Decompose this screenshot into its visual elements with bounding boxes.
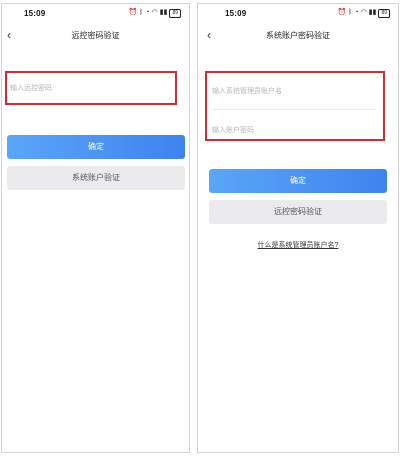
highlight-box (5, 71, 177, 105)
status-bar: 15:09 ⏰ ᛒ ◔ ◠ ▮▮ 89 (2, 4, 189, 24)
system-account-verify-button[interactable]: 系统账户验证 (7, 166, 185, 190)
battery-icon: 89 (169, 8, 181, 18)
page-title: 远控密码验证 (71, 31, 120, 40)
status-icons: ⏰ ᛒ ◔ ◠ ▮▮ 89 (128, 8, 181, 18)
alarm-icon: ⏰ (128, 9, 138, 16)
wifi-icon: ◠ (360, 9, 367, 16)
help-link[interactable]: 什么是系统管理员账户名? (198, 240, 398, 250)
confirm-button[interactable]: 确定 (209, 169, 387, 193)
confirm-button[interactable]: 确定 (7, 135, 185, 159)
status-icons: ⏰ ᛒ ◔ ◠ ▮▮ 89 (337, 8, 390, 18)
status-bar: 15:09 ⏰ ᛒ ◔ ◠ ▮▮ 89 (198, 4, 398, 24)
battery-icon: 89 (378, 8, 390, 18)
right-phone-screen: 15:09 ⏰ ᛒ ◔ ◠ ▮▮ 89 ‹ 系统账户密码验证 确定 远控密码验证… (197, 3, 399, 453)
left-phone-screen: 15:09 ⏰ ᛒ ◔ ◠ ▮▮ 89 ‹ 远控密码验证 确定 系统账户验证 (1, 3, 190, 453)
page-title: 系统账户密码验证 (266, 31, 330, 40)
signal-icon: ▮▮ (159, 9, 168, 16)
remote-password-verify-button[interactable]: 远控密码验证 (209, 200, 387, 224)
status-time: 15:09 (225, 9, 247, 18)
mute-icon: ◔ (145, 9, 150, 16)
nav-bar: ‹ 远控密码验证 (2, 24, 189, 48)
signal-icon: ▮▮ (368, 9, 377, 16)
bluetooth-icon: ᛒ (348, 9, 353, 16)
alarm-icon: ⏰ (337, 9, 347, 16)
bluetooth-icon: ᛒ (139, 9, 144, 16)
mute-icon: ◔ (354, 9, 359, 16)
highlight-box (205, 71, 385, 141)
wifi-icon: ◠ (151, 9, 158, 16)
nav-bar: ‹ 系统账户密码验证 (198, 24, 398, 48)
status-time: 15:09 (24, 9, 46, 18)
